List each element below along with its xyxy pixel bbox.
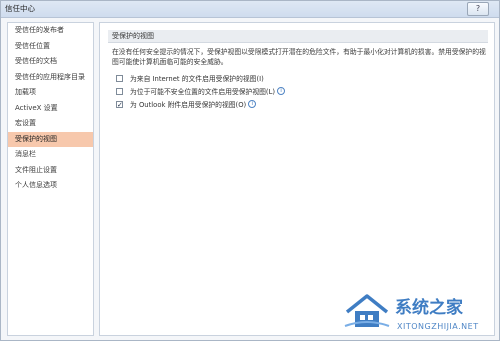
sidebar-nav: 受信任的发布者 受信任位置 受信任的文档 受信任的应用程序目录 加载项 Acti… — [7, 22, 94, 336]
watermark-text: 系统之家 — [395, 298, 463, 318]
option-outlook-attachments[interactable]: ✓ 为 Outlook 附件启用受保护的视图(O) i — [116, 99, 257, 109]
internet-files-label[interactable]: 为来自 Internet 的文件启用受保护的视图(I) — [130, 73, 264, 83]
sidebar-item-macro-settings[interactable]: 宏设置 — [8, 116, 93, 132]
internet-files-checkbox[interactable] — [116, 74, 123, 82]
window-title: 信任中心 — [5, 4, 35, 13]
sidebar-item-add-ins[interactable]: 加载项 — [8, 85, 93, 101]
settings-panel: 受保护的视图 在没有任何安全提示的情况下，受保护视图以受限模式打开潜在的危险文件… — [99, 22, 495, 336]
trust-center-window: 信任中心 ? 受信任的发布者 受信任位置 受信任的文档 受信任的应用程序目录 加… — [0, 0, 500, 341]
option-internet-files[interactable]: 为来自 Internet 的文件启用受保护的视图(I) — [116, 73, 264, 83]
sidebar-item-trusted-app-catalogs[interactable]: 受信任的应用程序目录 — [8, 70, 93, 86]
sidebar-item-trusted-publishers[interactable]: 受信任的发布者 — [8, 23, 93, 39]
info-icon[interactable]: i — [277, 87, 286, 95]
sidebar-item-trusted-documents[interactable]: 受信任的文档 — [8, 54, 93, 70]
option-unsafe-locations[interactable]: 为位于可能不安全位置的文件启用受保护视图(L) i — [116, 86, 286, 96]
info-icon[interactable]: i — [248, 100, 257, 108]
title-bar: 信任中心 ? — [1, 1, 499, 18]
sidebar-item-file-block-settings[interactable]: 文件阻止设置 — [8, 163, 93, 179]
watermark: 系统之家 XITONGZHIJIA.NET — [341, 292, 500, 342]
outlook-attachments-label[interactable]: 为 Outlook 附件启用受保护的视图(O) — [130, 99, 246, 109]
section-description: 在没有任何安全提示的情况下，受保护视图以受限模式打开潜在的危险文件，有助于最小化… — [112, 48, 486, 66]
watermark-url: XITONGZHIJIA.NET — [397, 322, 479, 331]
outlook-attachments-checkbox[interactable]: ✓ — [116, 100, 123, 108]
sidebar-item-protected-view[interactable]: 受保护的视图 — [8, 131, 93, 147]
help-button[interactable]: ? — [467, 2, 489, 16]
sidebar-item-activex-settings[interactable]: ActiveX 设置 — [8, 101, 93, 117]
house-logo-icon — [344, 294, 390, 327]
sidebar-item-message-bar[interactable]: 消息栏 — [8, 147, 93, 163]
section-title: 受保护的视图 — [108, 30, 488, 43]
unsafe-locations-label[interactable]: 为位于可能不安全位置的文件启用受保护视图(L) — [130, 86, 275, 96]
unsafe-locations-checkbox[interactable] — [116, 87, 123, 95]
sidebar-item-trusted-locations[interactable]: 受信任位置 — [8, 39, 93, 55]
sidebar-item-privacy-options[interactable]: 个人信息选项 — [8, 178, 93, 194]
